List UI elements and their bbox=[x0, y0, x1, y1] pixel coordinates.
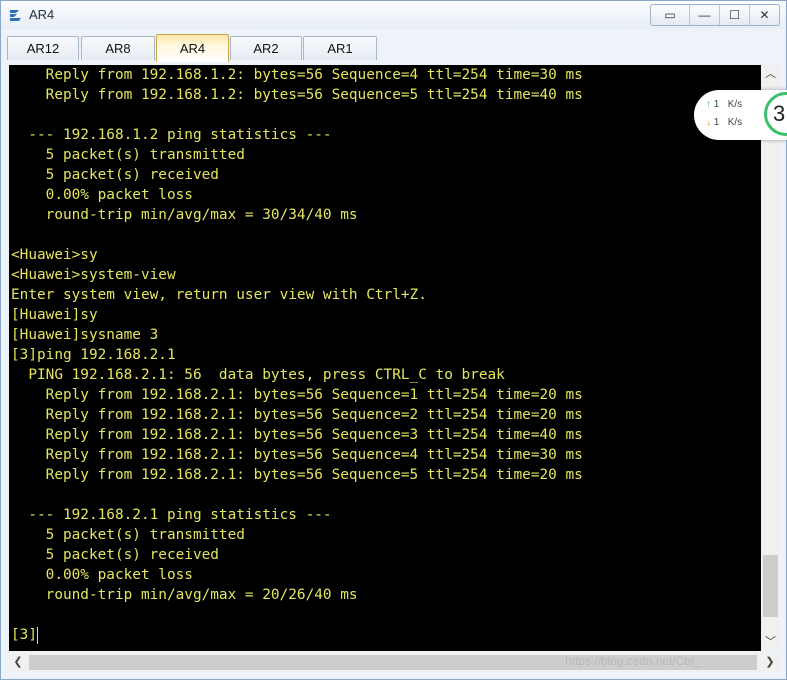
upload-unit: K/s bbox=[727, 99, 743, 110]
speed-badge: 3 bbox=[764, 92, 787, 136]
terminal-line: Enter system view, return user view with… bbox=[11, 287, 427, 303]
maximize-button[interactable]: ☐ bbox=[719, 5, 749, 25]
restore-layout-icon: ▭ bbox=[664, 8, 676, 22]
terminal-line: 5 packet(s) transmitted bbox=[11, 147, 245, 163]
ensp-router-icon bbox=[10, 10, 21, 21]
terminal-line: round-trip min/avg/max = 20/26/40 ms bbox=[11, 587, 358, 603]
upload-arrow-icon: ↑ bbox=[706, 99, 711, 110]
terminal-line: [3]ping 192.168.2.1 bbox=[11, 347, 176, 363]
scroll-up-icon[interactable]: ︿ bbox=[761, 65, 780, 83]
terminal-line: [3] bbox=[11, 626, 38, 644]
tab-ar2[interactable]: AR2 bbox=[230, 36, 302, 60]
terminal-line: --- 192.168.1.2 ping statistics --- bbox=[11, 127, 332, 143]
terminal-line: 0.00% packet loss bbox=[11, 567, 193, 583]
terminal-line: Reply from 192.168.2.1: bytes=56 Sequenc… bbox=[11, 407, 583, 423]
terminal-line: Reply from 192.168.2.1: bytes=56 Sequenc… bbox=[11, 467, 583, 483]
scroll-left-icon[interactable]: ❮ bbox=[9, 653, 27, 672]
tab-ar8[interactable]: AR8 bbox=[81, 36, 155, 60]
maximize-icon: ☐ bbox=[729, 8, 740, 22]
minimize-button[interactable]: — bbox=[689, 5, 719, 25]
terminal-line: Reply from 192.168.2.1: bytes=56 Sequenc… bbox=[11, 427, 583, 443]
terminal-text: Reply from 192.168.1.2: bytes=56 Sequenc… bbox=[11, 65, 583, 645]
terminal-window: AR4 ▭ — ☐ ✕ AR12 AR8 AR4 AR2 AR1 Reply f… bbox=[0, 0, 787, 680]
terminal-line: Reply from 192.168.1.2: bytes=56 Sequenc… bbox=[11, 67, 583, 83]
download-unit: K/s bbox=[727, 117, 743, 128]
watermark: https://blog.csdn.net/Ctrl_ bbox=[565, 654, 702, 668]
tab-ar4[interactable]: AR4 bbox=[156, 34, 229, 62]
upload-value: 1 bbox=[713, 99, 720, 110]
terminal-line: Reply from 192.168.2.1: bytes=56 Sequenc… bbox=[11, 387, 583, 403]
download-arrow-icon: ↓ bbox=[706, 117, 711, 128]
vertical-scroll-thumb[interactable] bbox=[763, 555, 778, 617]
window-controls: ▭ — ☐ ✕ bbox=[650, 4, 780, 26]
upload-speed: ↑ 1 K/s bbox=[706, 99, 742, 110]
network-speed-widget[interactable]: ↑ 1 K/s ↓ 1 K/s 3 bbox=[694, 90, 787, 140]
terminal-line: --- 192.168.2.1 ping statistics --- bbox=[11, 507, 332, 523]
scroll-down-icon[interactable]: ﹀ bbox=[761, 633, 780, 651]
restore-layout-button[interactable]: ▭ bbox=[651, 5, 689, 25]
terminal-line: 5 packet(s) received bbox=[11, 547, 219, 563]
download-value: 1 bbox=[713, 117, 720, 128]
close-icon: ✕ bbox=[759, 8, 770, 22]
terminal-line: <Huawei>sy bbox=[11, 247, 98, 263]
device-tabs: AR12 AR8 AR4 AR2 AR1 bbox=[5, 34, 783, 62]
tab-ar12[interactable]: AR12 bbox=[7, 36, 79, 60]
tab-ar1[interactable]: AR1 bbox=[303, 36, 377, 60]
text-cursor bbox=[37, 626, 38, 644]
terminal-line: Reply from 192.168.1.2: bytes=56 Sequenc… bbox=[11, 87, 583, 103]
terminal-line: PING 192.168.2.1: 56 data bytes, press C… bbox=[11, 367, 505, 383]
terminal-output[interactable]: Reply from 192.168.1.2: bytes=56 Sequenc… bbox=[9, 65, 761, 651]
close-button[interactable]: ✕ bbox=[749, 5, 779, 25]
terminal-line: round-trip min/avg/max = 30/34/40 ms bbox=[11, 207, 358, 223]
terminal-line: <Huawei>system-view bbox=[11, 267, 176, 283]
terminal-line: [Huawei]sy bbox=[11, 307, 98, 323]
title-bar[interactable]: AR4 ▭ — ☐ ✕ bbox=[1, 1, 786, 29]
minimize-icon: — bbox=[698, 8, 711, 22]
terminal-line: 5 packet(s) received bbox=[11, 167, 219, 183]
scroll-right-icon[interactable]: ❯ bbox=[761, 653, 779, 672]
vertical-scrollbar[interactable]: ︿ ﹀ bbox=[761, 65, 780, 651]
window-title: AR4 bbox=[29, 7, 55, 22]
download-speed: ↓ 1 K/s bbox=[706, 117, 742, 128]
terminal-line: 5 packet(s) transmitted bbox=[11, 527, 245, 543]
terminal-line: 0.00% packet loss bbox=[11, 187, 193, 203]
terminal-line: [Huawei]sysname 3 bbox=[11, 327, 159, 343]
terminal-line: Reply from 192.168.2.1: bytes=56 Sequenc… bbox=[11, 447, 583, 463]
